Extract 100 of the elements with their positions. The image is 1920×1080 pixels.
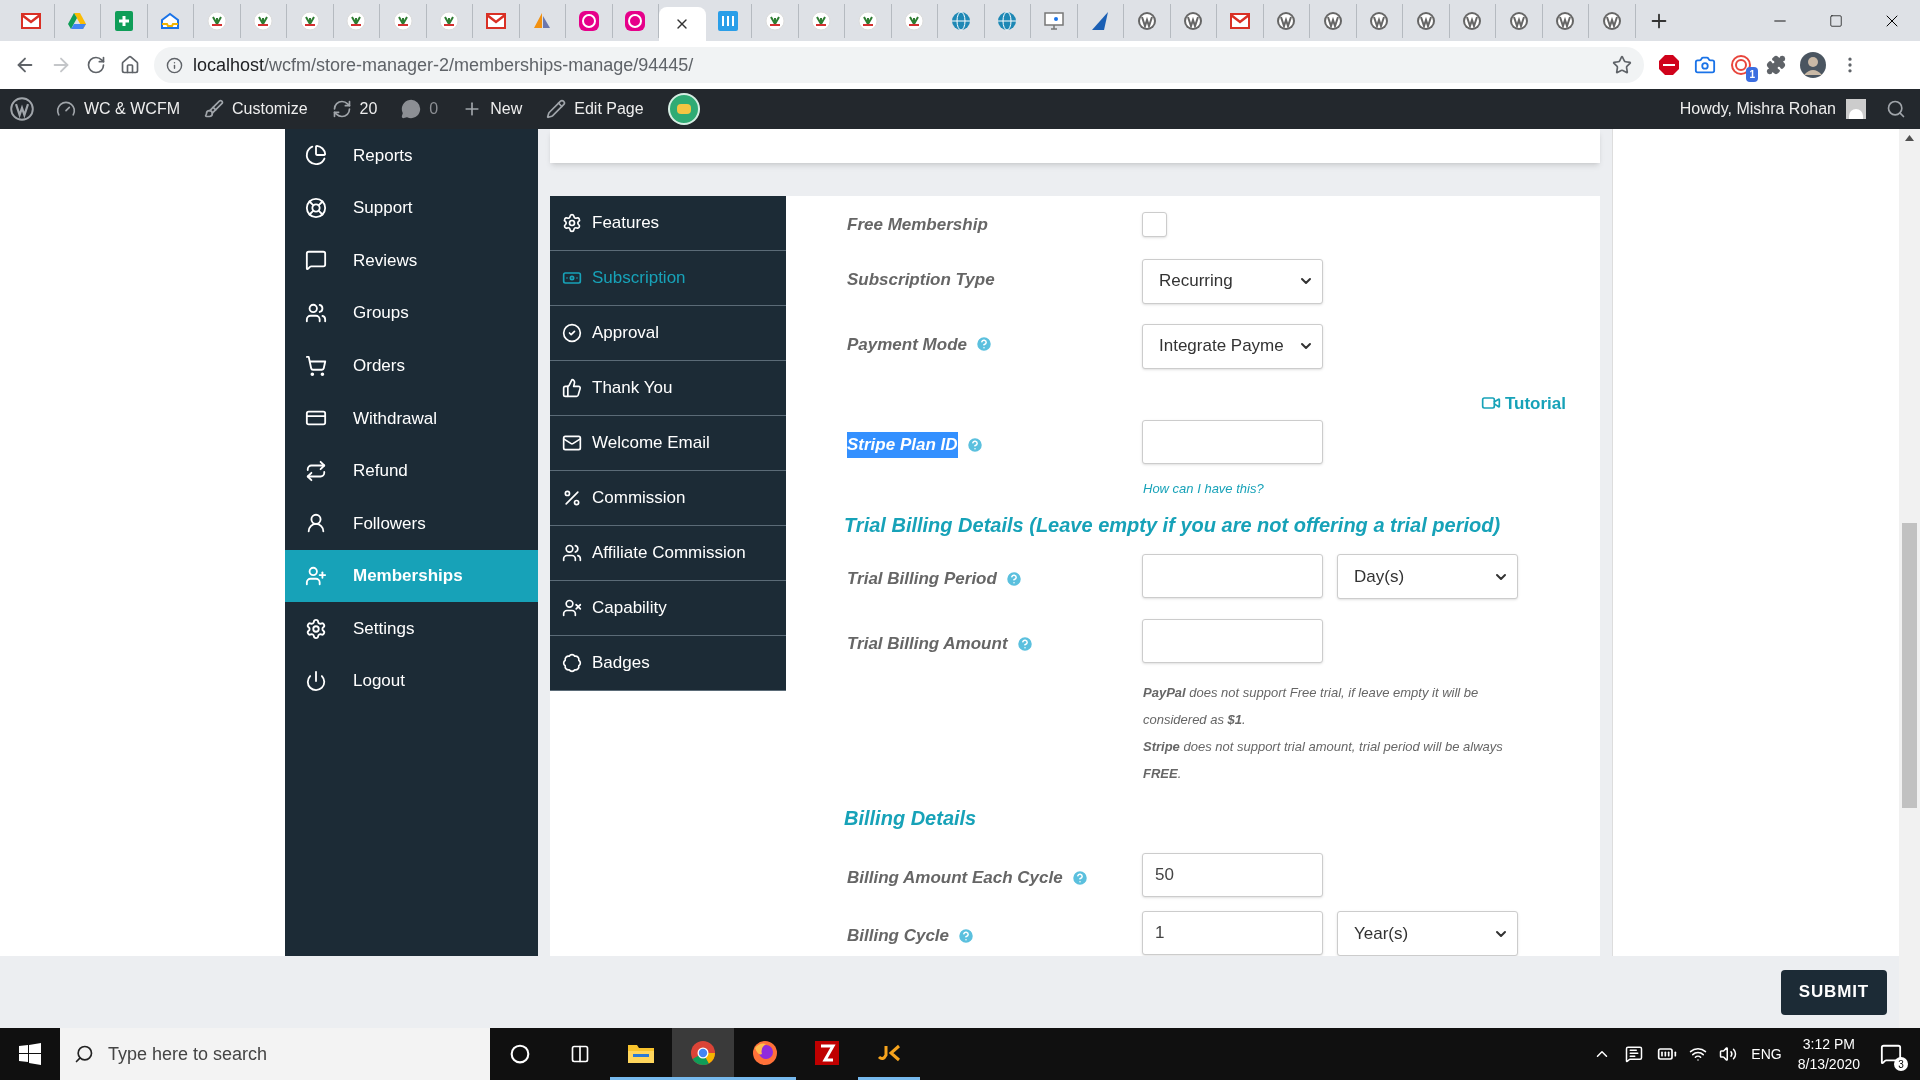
- select-field[interactable]: Year(s): [1337, 911, 1518, 956]
- avatar-icon[interactable]: [1800, 52, 1826, 78]
- greeting-text[interactable]: Howdy, Mishra Rohan: [1679, 97, 1836, 121]
- scroll-up-arrow-icon[interactable]: [1905, 135, 1914, 141]
- person-icon: [305, 512, 327, 535]
- logo-icon: [1462, 10, 1483, 31]
- settings-tab[interactable]: Approval: [550, 306, 786, 361]
- settings-tab[interactable]: Thank You: [550, 361, 786, 416]
- arrow-icon: [1090, 10, 1111, 31]
- checkbox[interactable]: [1142, 211, 1167, 237]
- envelope-icon: [562, 433, 582, 453]
- input-field[interactable]: [1142, 420, 1323, 464]
- sidebar-item[interactable]: Withdrawal: [285, 391, 538, 445]
- admin-bar-item[interactable]: New: [462, 97, 523, 121]
- person-plus-icon: [305, 565, 327, 588]
- app-logo-icon: [877, 1042, 901, 1063]
- scrollbar-thumb[interactable]: [1902, 523, 1917, 808]
- camera-icon[interactable]: [1694, 54, 1716, 76]
- submit-button[interactable]: SUBMIT: [1780, 969, 1887, 1015]
- triangle-icon: [67, 11, 88, 30]
- check-circle-icon: [562, 323, 582, 343]
- admin-bar-item[interactable]: 20: [331, 97, 378, 121]
- circle-icon[interactable]: [510, 1044, 530, 1064]
- select-field[interactable]: Day(s): [1337, 554, 1518, 599]
- sidebar-item[interactable]: Logout: [285, 654, 538, 708]
- sidebar-item[interactable]: Followers: [285, 497, 538, 550]
- admin-bar-item[interactable]: WC & WCFM: [56, 97, 180, 121]
- settings-tab[interactable]: Welcome Email: [550, 416, 786, 471]
- field-label: Free Membership: [847, 213, 988, 236]
- power-icon: [305, 670, 327, 693]
- search-icon[interactable]: [1886, 99, 1906, 119]
- logo-icon: [1276, 10, 1297, 31]
- input-field[interactable]: [1142, 619, 1323, 663]
- plant-icon: [299, 10, 320, 31]
- reload-icon[interactable]: [86, 55, 106, 75]
- field-label: Payment Mode: [847, 333, 967, 356]
- plant-icon: [206, 10, 227, 31]
- sidebar-item[interactable]: Reviews: [285, 234, 538, 287]
- admin-bar-item[interactable]: 0: [401, 97, 439, 121]
- settings-tab[interactable]: Commission: [550, 471, 786, 526]
- scrollbar[interactable]: [1899, 129, 1920, 1028]
- sidebar-item[interactable]: Settings: [285, 602, 538, 655]
- field-label: Trial Billing Amount: [847, 633, 1008, 655]
- select-field[interactable]: Integrate Payme: [1142, 323, 1323, 369]
- settings-tab[interactable]: Capability: [550, 581, 786, 636]
- tray-app-icon[interactable]: [1625, 1045, 1644, 1063]
- task-view-icon[interactable]: [570, 1044, 590, 1064]
- sidebar-item[interactable]: Groups: [285, 286, 538, 340]
- globe-icon: [997, 10, 1018, 31]
- inbox-icon: [160, 11, 181, 30]
- admin-bar-item[interactable]: Edit Page: [546, 97, 644, 121]
- logo-icon: [1555, 10, 1576, 31]
- wifi-icon[interactable]: [1689, 1045, 1708, 1063]
- settings-tab[interactable]: Features: [550, 196, 786, 251]
- sidebar-item[interactable]: Support: [285, 181, 538, 235]
- field-label: Stripe Plan ID: [847, 432, 958, 458]
- comment-icon: [401, 99, 422, 119]
- bookmark-star-icon[interactable]: [1612, 55, 1632, 75]
- settings-icon: [305, 617, 327, 640]
- logo-icon: [1508, 10, 1529, 31]
- lifebuoy-icon: [305, 196, 327, 219]
- select-field[interactable]: Recurring: [1142, 258, 1323, 304]
- plant-icon: [764, 10, 785, 31]
- section-heading: Billing Details: [844, 806, 978, 831]
- address-field[interactable]: localhost/wcfm/store-manager-2/memberships-manage/94445/: [154, 47, 1644, 83]
- note-text: Stripe does not support trial amount, trial period will be always FREE.: [1143, 738, 1504, 783]
- fox-logo-icon: [752, 1039, 778, 1066]
- home-icon[interactable]: [120, 55, 140, 75]
- search-icon: [74, 1044, 94, 1064]
- language-indicator[interactable]: ENG: [1751, 1043, 1782, 1065]
- admin-bar-item[interactable]: Customize: [204, 97, 308, 121]
- logo-icon[interactable]: [10, 97, 34, 121]
- restore-icon[interactable]: [1829, 13, 1843, 28]
- percent-icon: [562, 488, 582, 508]
- puzzle-icon[interactable]: [1766, 55, 1786, 75]
- person-x-icon: [562, 598, 582, 618]
- input-field[interactable]: 1: [1142, 911, 1323, 955]
- settings-tab[interactable]: Affiliate Commission: [550, 526, 786, 581]
- input-field[interactable]: [1142, 554, 1323, 598]
- spiral-icon[interactable]: [1730, 54, 1752, 76]
- stop-sign-icon[interactable]: [1658, 54, 1680, 76]
- plant-icon: [346, 10, 367, 31]
- spreadsheet-icon: [114, 10, 133, 31]
- sidebar-item[interactable]: Orders: [285, 339, 538, 392]
- repeat-icon: [305, 459, 327, 482]
- settings-tab[interactable]: Subscription: [550, 251, 786, 306]
- clock[interactable]: 3:12 PM 8/13/2020: [1797, 1034, 1860, 1074]
- globe-icon: [950, 10, 971, 31]
- sidebar-item[interactable]: Refund: [285, 444, 538, 498]
- speaker-icon[interactable]: [1719, 1045, 1738, 1063]
- field-label: Billing Cycle: [847, 925, 950, 947]
- settings-tab[interactable]: Badges: [550, 636, 786, 691]
- store-avatar-icon[interactable]: [667, 93, 700, 125]
- square-logo-icon: [815, 1040, 839, 1065]
- sidebar-item[interactable]: Reports: [285, 129, 538, 182]
- taskbar-app[interactable]: [672, 1028, 734, 1080]
- search-field[interactable]: Type here to search: [60, 1028, 490, 1080]
- section-heading: Trial Billing Details (Leave empty if you are not offering a trial period): [844, 513, 1502, 538]
- input-field[interactable]: 50: [1142, 853, 1323, 897]
- pencil-icon: [546, 99, 567, 119]
